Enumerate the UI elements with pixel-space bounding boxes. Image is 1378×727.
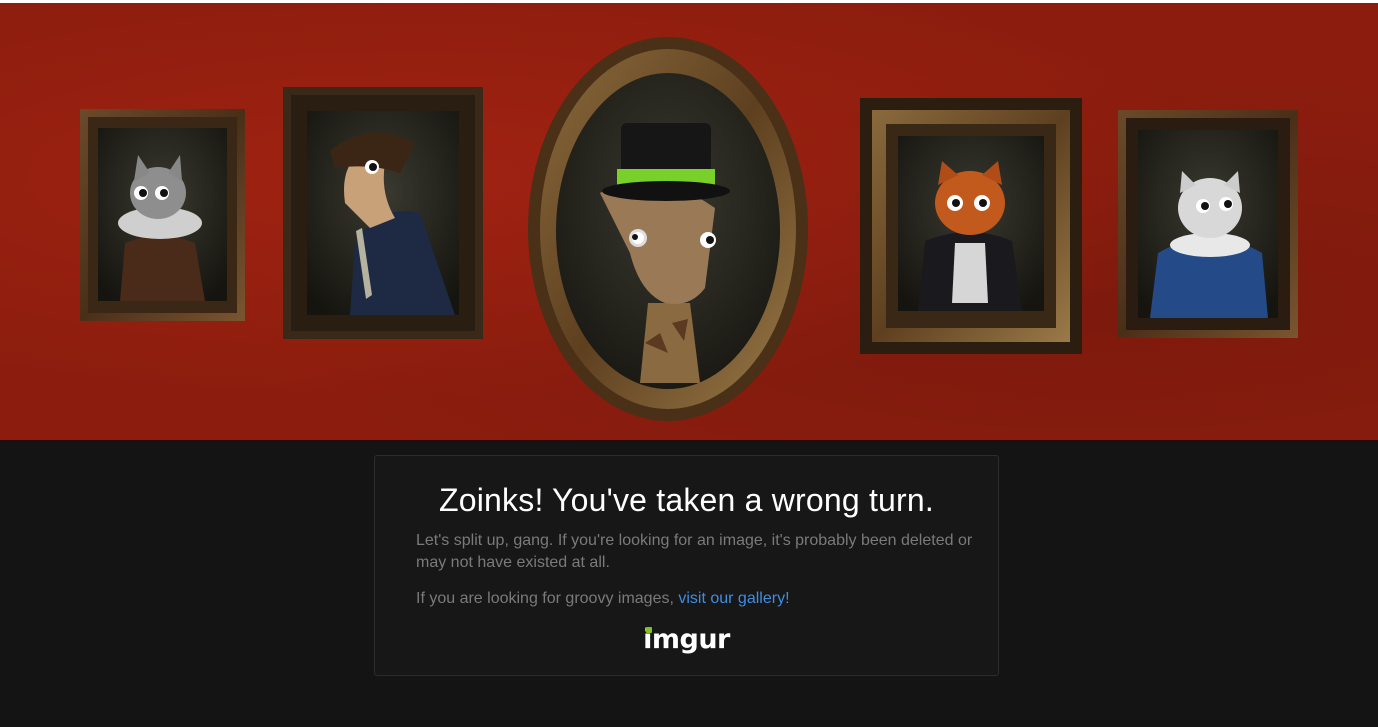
- imgur-logo[interactable]: imgur: [375, 624, 998, 655]
- gray-cat-portrait: [80, 109, 245, 321]
- orange-cat-portrait: [860, 98, 1082, 354]
- banner-bottom-rule: [0, 440, 1378, 442]
- error-heading: Zoinks! You've taken a wrong turn.: [439, 482, 934, 518]
- portrait-gallery-banner: [0, 3, 1378, 440]
- gallery-link[interactable]: visit our gallery!: [678, 590, 789, 607]
- logo-dot-icon: [646, 627, 653, 633]
- imgur-logo-text: imgur: [643, 624, 730, 655]
- horse-portrait: [283, 87, 483, 339]
- gallery-prompt: If you are looking for groovy images, vi…: [416, 588, 976, 610]
- giraffe-portrait: [528, 37, 808, 421]
- error-card: Zoinks! You've taken a wrong turn. Let's…: [374, 455, 999, 676]
- error-message: Let's split up, gang. If you're looking …: [416, 532, 973, 571]
- white-cat-portrait: [1118, 110, 1298, 338]
- logo-word: imgur: [643, 624, 730, 655]
- gallery-prompt-text: If you are looking for groovy images,: [416, 590, 679, 607]
